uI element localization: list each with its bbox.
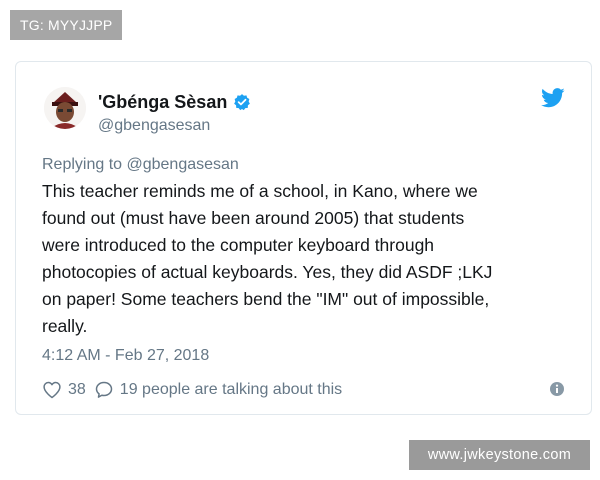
tweet-text-line: photocopies of actual keyboards. Yes, th… (42, 262, 493, 282)
heart-icon (43, 381, 61, 399)
action-bar: 38 19 people are talking about this (42, 380, 342, 400)
tweet-text-line: really. (42, 316, 88, 336)
reply-button[interactable]: 19 people are talking about this (94, 380, 342, 400)
tweet-text-line: This teacher reminds me of a school, in … (42, 181, 478, 201)
display-name[interactable]: 'Gbénga Sèsan (98, 91, 227, 113)
replying-to: Replying to @gbengasesan (42, 156, 239, 173)
avatar[interactable] (44, 87, 86, 129)
like-count: 38 (68, 381, 86, 398)
speech-bubble-icon (95, 381, 113, 398)
twitter-logo-icon[interactable] (541, 88, 565, 108)
tweet-card[interactable]: 'Gbénga Sèsan @gbengasesan Replying to @… (15, 61, 592, 415)
watermark: www.jwkeystone.com (409, 440, 590, 470)
display-name-row: 'Gbénga Sèsan (98, 91, 251, 113)
avatar-image (44, 87, 86, 129)
tweet-text-line: were introduced to the computer keyboard… (42, 235, 435, 255)
verified-icon (234, 94, 251, 111)
page: TG: MYYJJPP 'Gbénga Sèsan @gbengasesan R… (0, 0, 600, 480)
timestamp[interactable]: 4:12 AM - Feb 27, 2018 (42, 346, 209, 366)
like-button[interactable]: 38 (42, 380, 86, 400)
reply-text: 19 people are talking about this (119, 381, 343, 398)
info-icon[interactable] (549, 381, 565, 397)
tag-badge: TG: MYYJJPP (10, 10, 123, 40)
tweet-text: This teacher reminds me of a school, in … (42, 178, 562, 340)
tweet-text-line: found out (must have been around 2005) t… (42, 208, 465, 228)
handle[interactable]: @gbengasesan (98, 116, 210, 136)
tweet-text-line: on paper! Some teachers bend the "IM" ou… (42, 289, 490, 309)
